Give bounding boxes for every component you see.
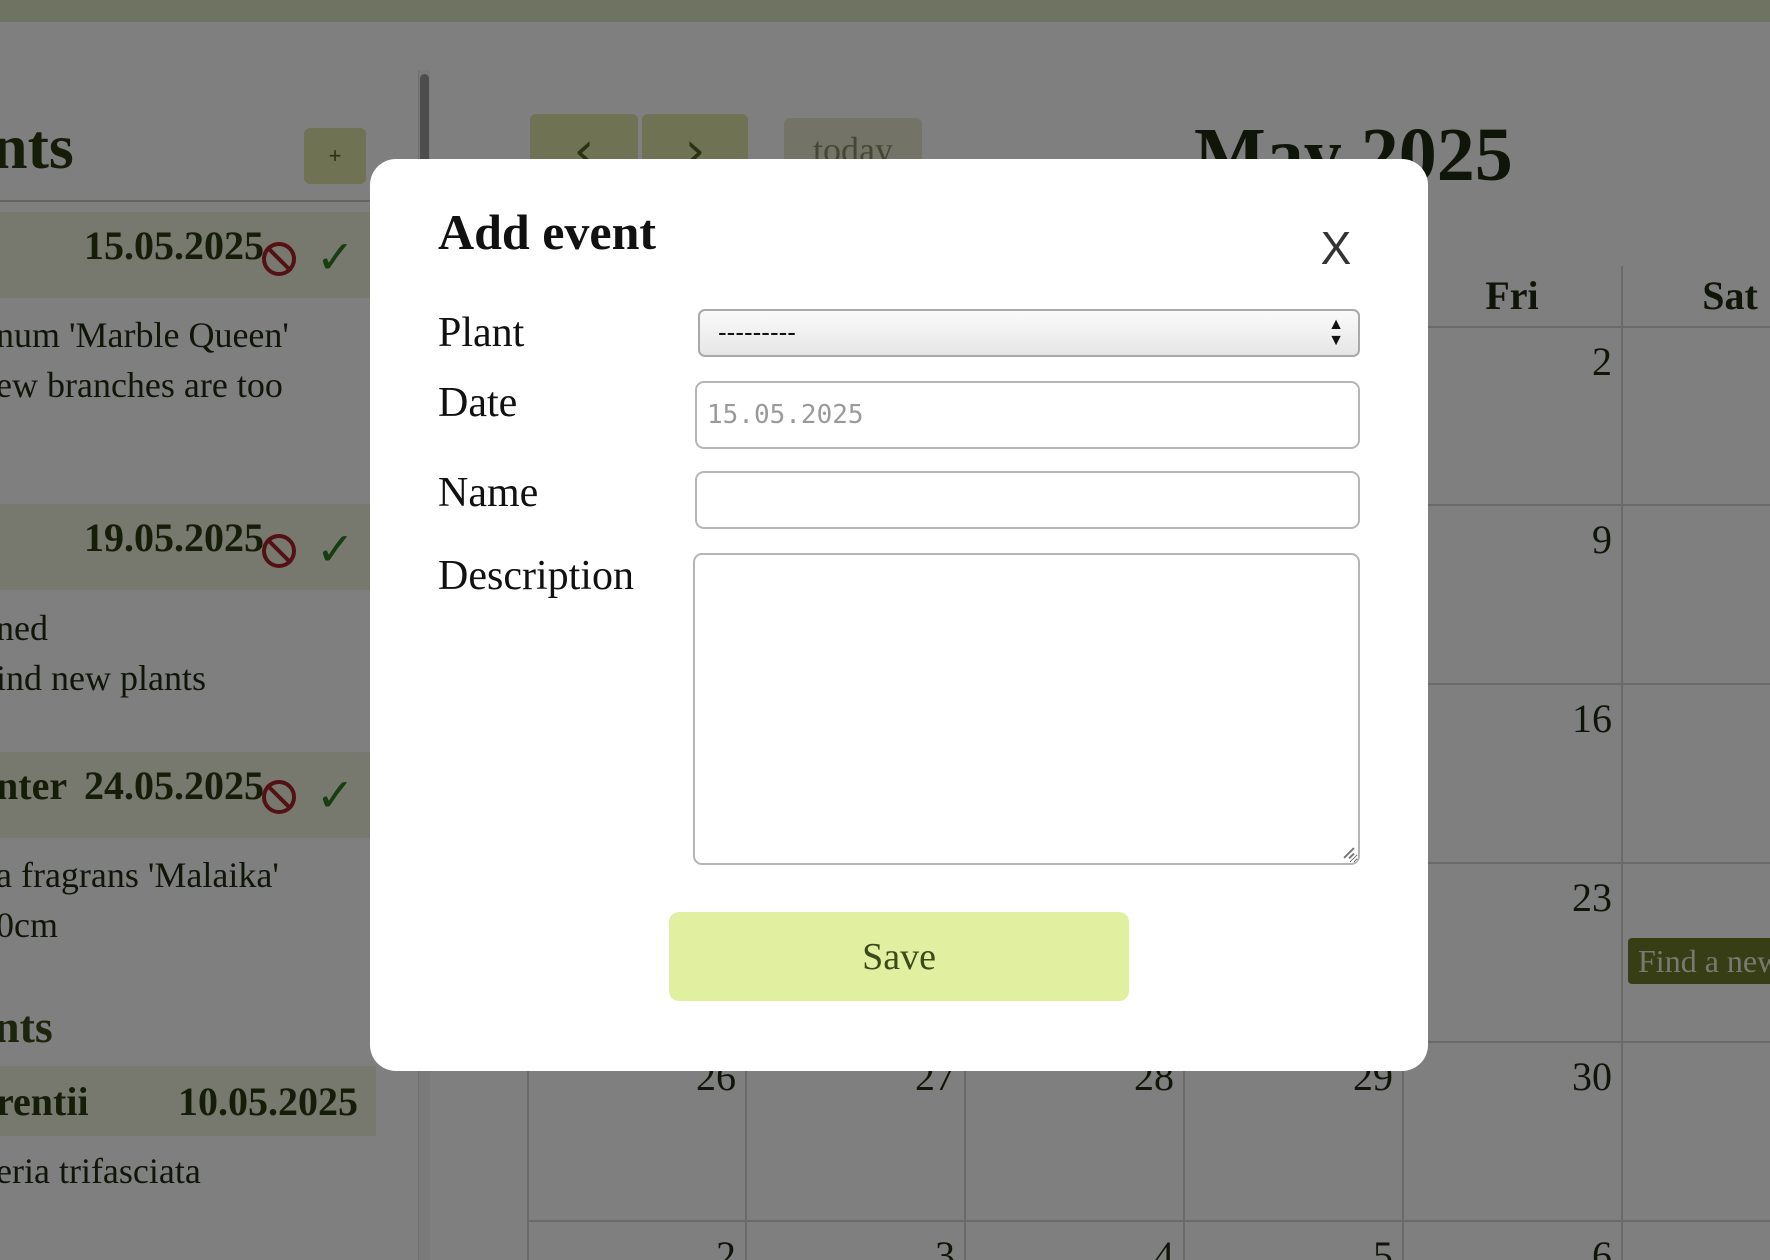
date-label: Date [438,380,518,426]
name-label: Name [438,470,539,516]
add-event-dialog: Add event X Plant --------- ▲▼ Date Name… [370,159,1428,1071]
select-arrows-icon: ▲ ▼ [1328,316,1344,349]
plant-select-value: --------- [718,317,796,347]
plant-select[interactable]: --------- ▲ ▼ [698,309,1360,357]
resize-handle-icon[interactable] [1340,845,1356,861]
name-field[interactable] [695,471,1360,529]
description-label: Description [438,553,634,599]
close-button[interactable]: X [1314,221,1358,274]
date-field[interactable] [695,381,1360,449]
dialog-title: Add event [438,204,657,260]
plant-label: Plant [438,310,525,356]
description-field[interactable] [693,553,1360,865]
save-button[interactable]: Save [669,912,1129,1001]
